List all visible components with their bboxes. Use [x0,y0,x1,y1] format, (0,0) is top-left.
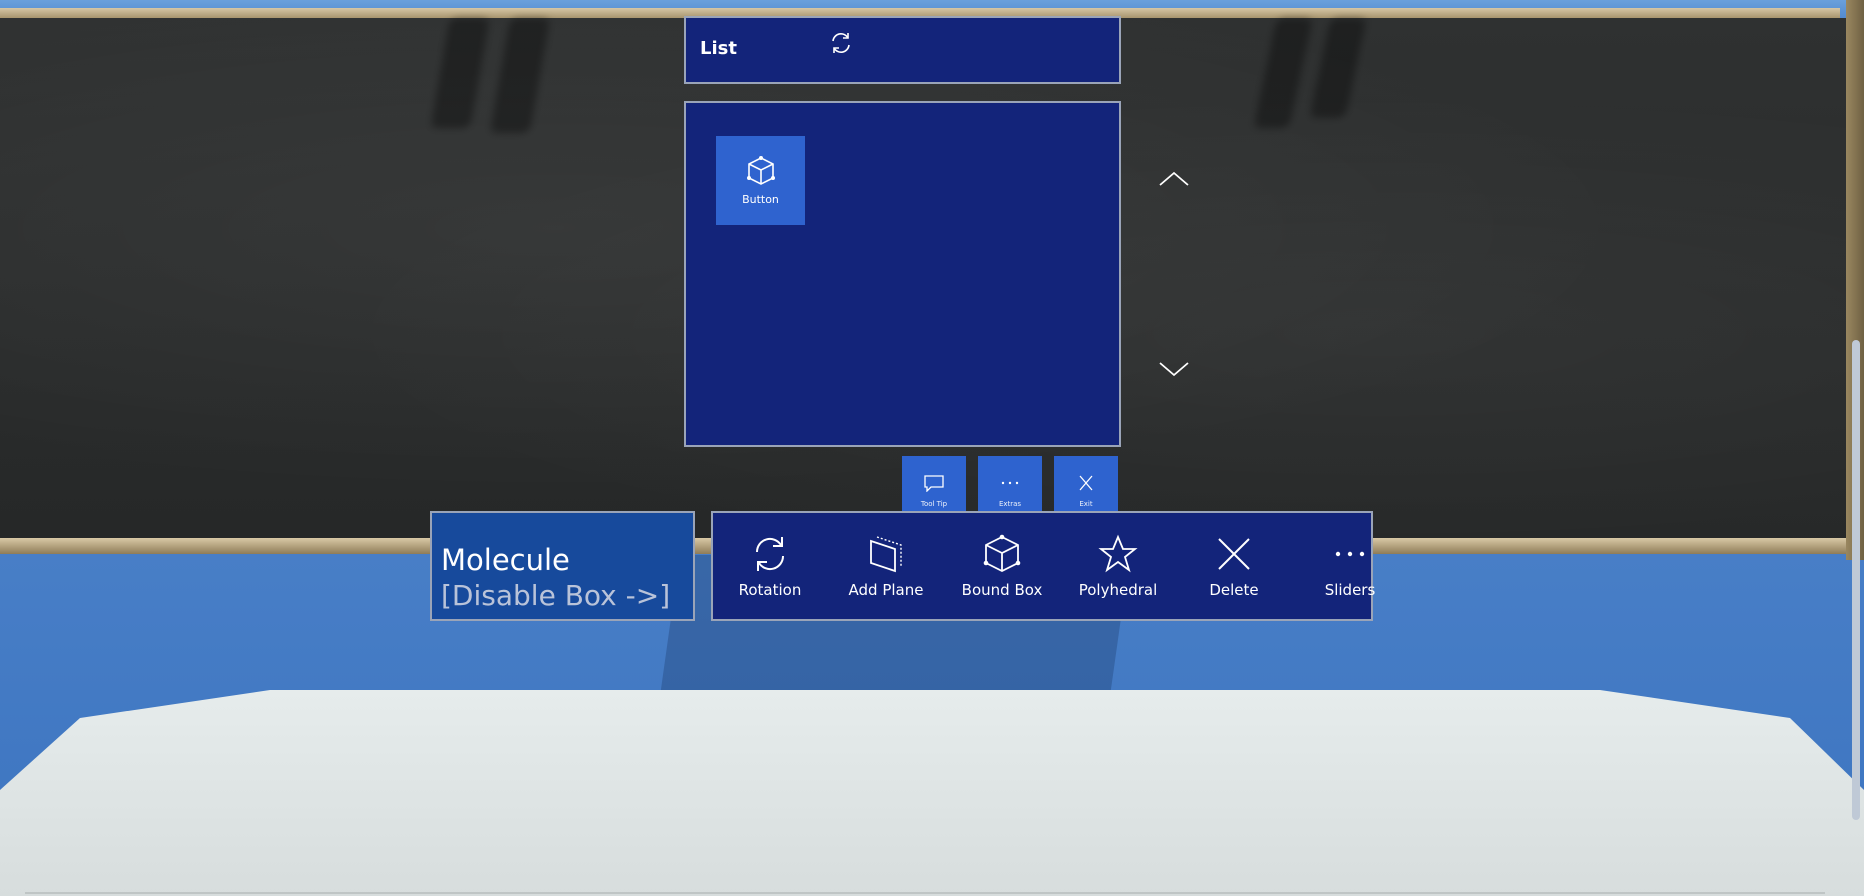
extras-button-label: Extras [998,500,1022,508]
speech-bubble-icon [924,475,944,492]
scrollbar[interactable] [1852,340,1860,820]
disable-box-label[interactable]: [Disable Box ->] [441,579,670,612]
star-icon [1098,534,1138,573]
exit-button-label: Exit [1079,500,1093,508]
bound-box-button[interactable]: Bound Box [947,533,1057,613]
chevron-up-icon[interactable] [1154,167,1194,191]
polyhedral-button[interactable]: Polyhedral [1063,533,1173,613]
rotation-label: Rotation [738,581,802,599]
molecule-panel[interactable]: Molecule [Disable Box ->] [430,511,695,621]
add-plane-button[interactable]: Add Plane [831,533,941,613]
board-shadow [489,18,551,133]
cube-icon [746,156,775,185]
list-title: List [700,38,737,59]
rotation-icon [755,537,785,571]
delete-button[interactable]: Delete [1179,533,1289,613]
board-shadow [430,18,490,128]
cube-icon [983,534,1021,573]
chevron-down-icon[interactable] [1154,357,1194,381]
add-plane-label: Add Plane [848,581,924,599]
tooltip-button[interactable]: Tool Tip [902,456,966,513]
molecule-title: Molecule [441,543,570,577]
table-surface [0,690,1864,896]
extras-button[interactable]: Extras [978,456,1042,513]
refresh-icon[interactable] [828,30,854,56]
list-header: List [684,16,1121,84]
bound-box-label: Bound Box [961,581,1043,599]
board-shadow [1253,18,1313,128]
rotation-button[interactable]: Rotation [715,533,825,613]
grid-button-label: Button [742,193,779,206]
exit-button[interactable]: Exit [1054,456,1118,513]
close-icon [1079,475,1093,491]
board-shadow [1309,18,1367,118]
toolbar: Rotation Add Plane Bound Box Polyhedral … [711,511,1375,621]
close-icon [1218,538,1250,570]
list-grid-button[interactable]: Button [716,136,805,225]
tooltip-button-label: Tool Tip [920,500,948,508]
sliders-button[interactable]: Sliders [1295,533,1405,613]
polyhedral-label: Polyhedral [1078,581,1158,599]
table-edge [25,892,1825,894]
plane-icon [870,536,902,573]
sliders-label: Sliders [1324,581,1376,599]
delete-label: Delete [1209,581,1259,599]
more-icon [1335,551,1365,557]
list-body: Button [684,101,1121,447]
more-icon [1001,481,1019,485]
